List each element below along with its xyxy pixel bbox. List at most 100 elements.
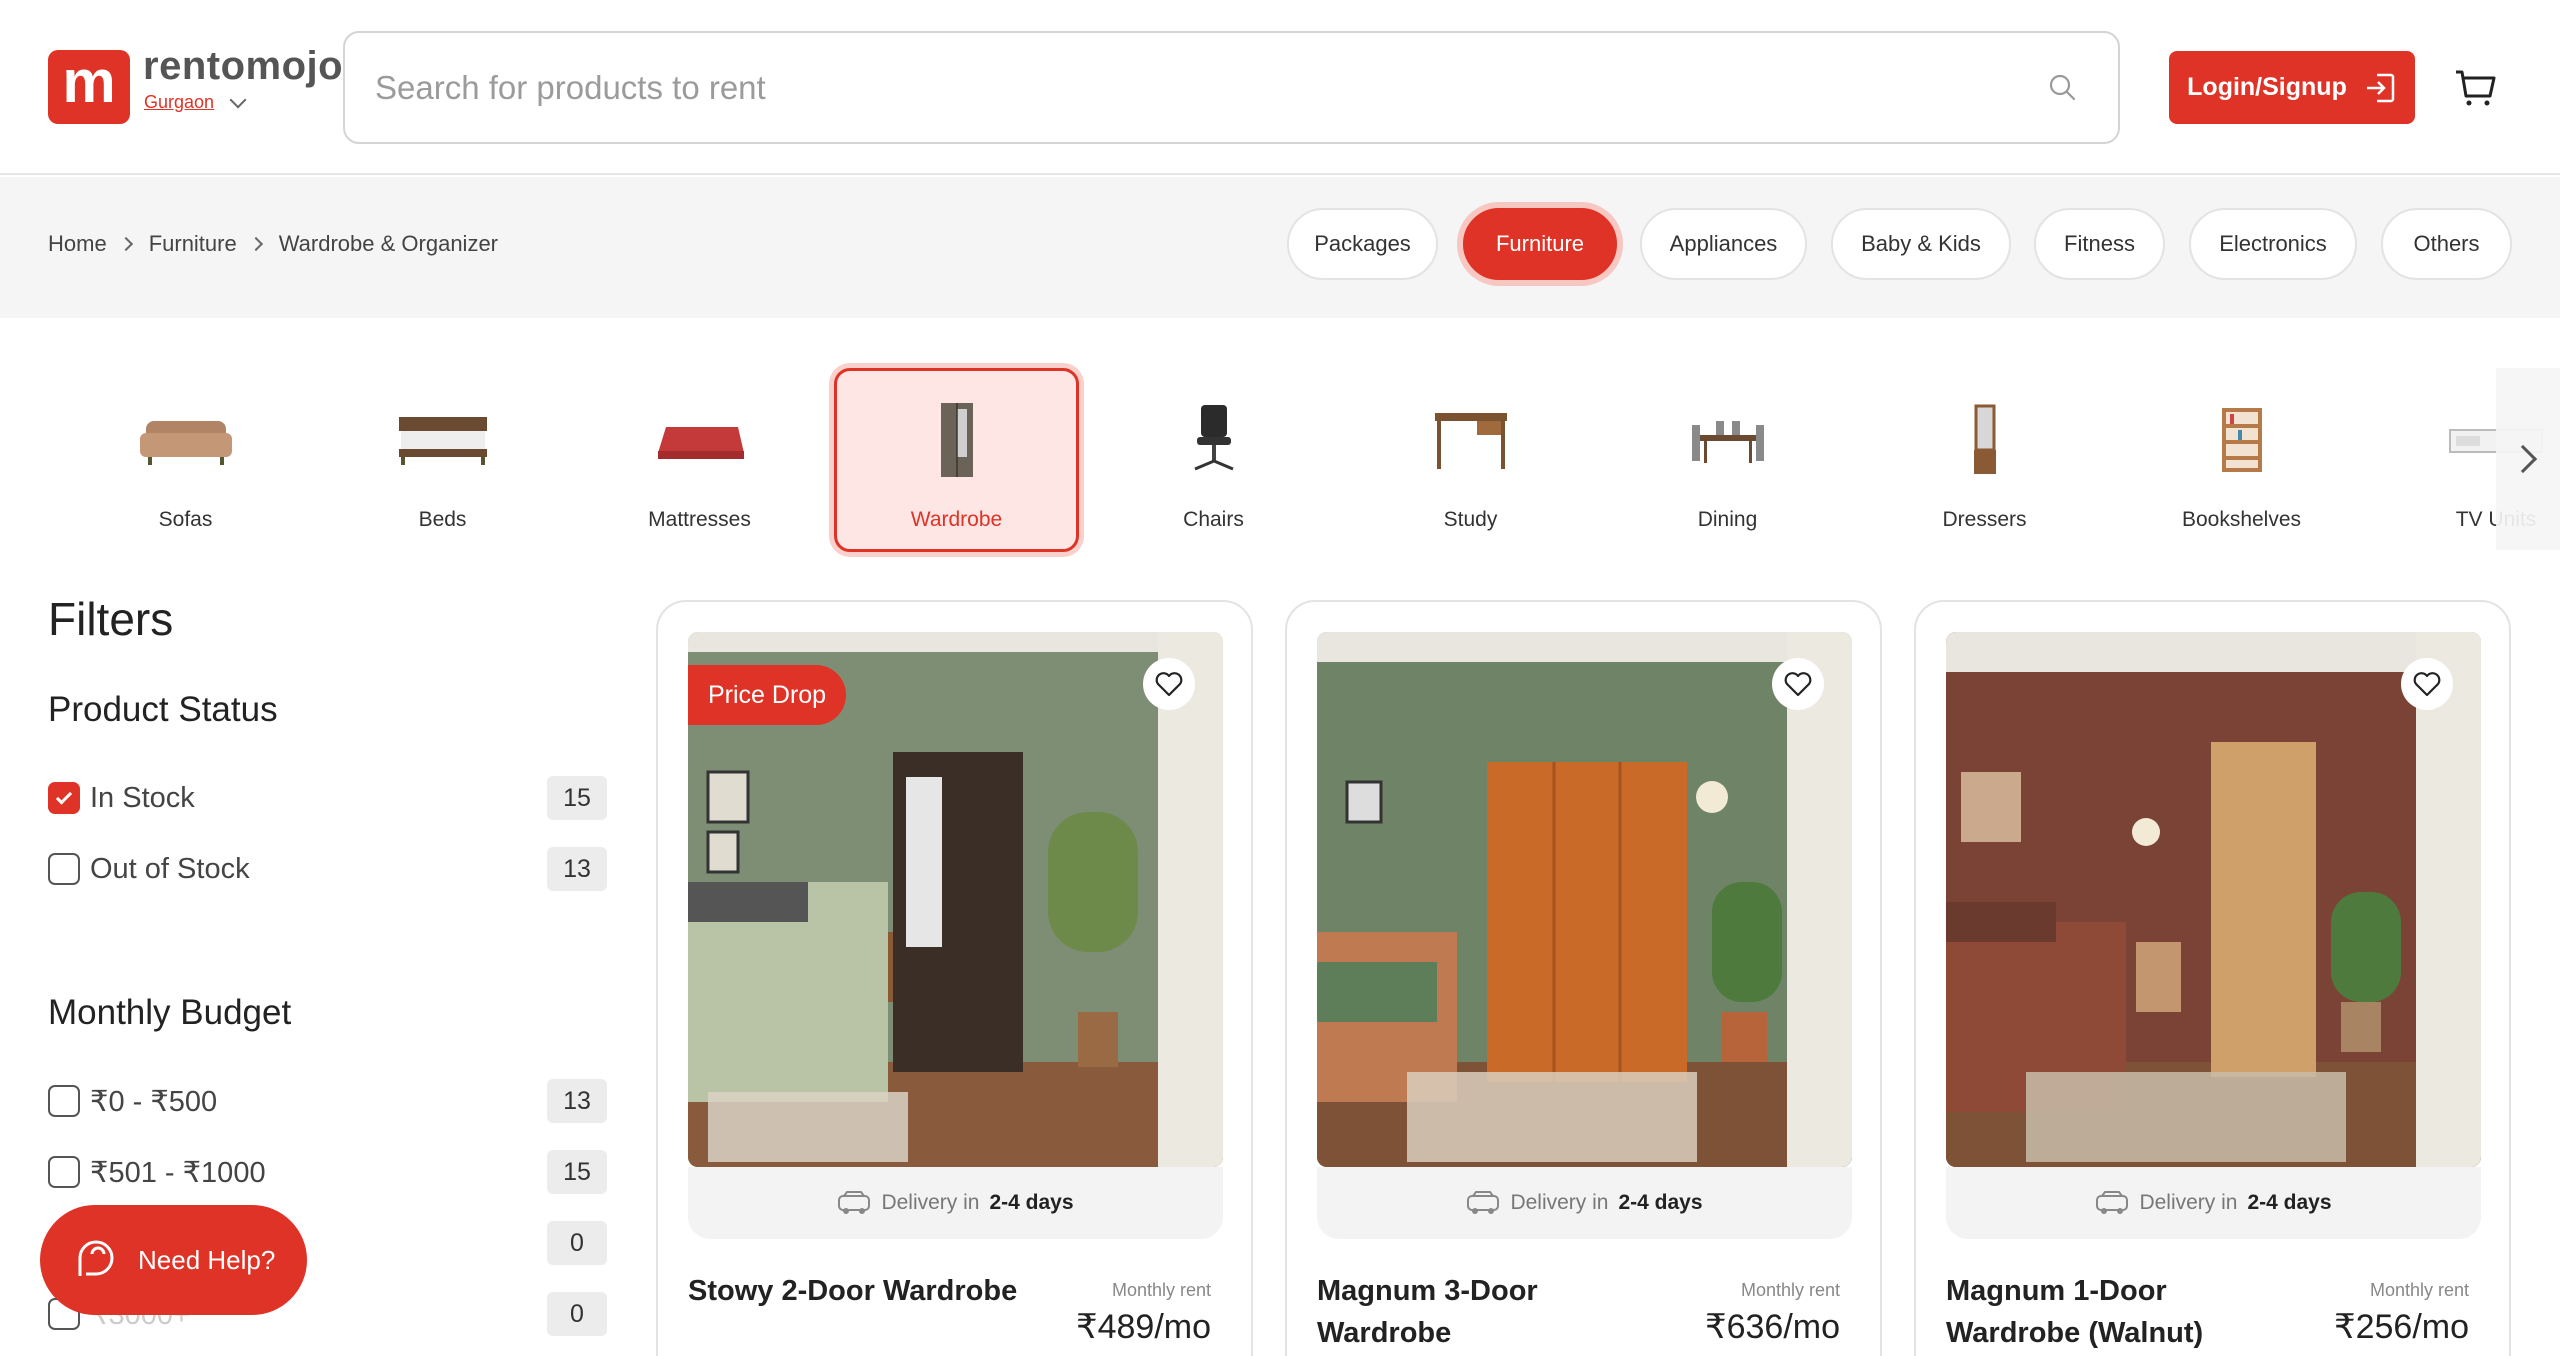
chevron-right-icon <box>2508 444 2538 474</box>
delivery-days: 2-4 days <box>2247 1191 2332 1214</box>
chevron-right-icon <box>248 236 263 252</box>
filter-count: 0 <box>547 1221 607 1265</box>
city-selector[interactable]: Gurgaon <box>144 91 247 113</box>
delivery-info: Delivery in 2-4 days <box>688 1167 1223 1239</box>
category-study[interactable]: Study <box>1348 368 1593 552</box>
category-label: Beds <box>418 508 467 531</box>
filter-budget-0-500[interactable]: ₹0 - ₹500 13 <box>48 1079 608 1123</box>
rent-label: Monthly rent <box>2369 1280 2469 1300</box>
rent-price: ₹256/mo <box>2333 1308 2469 1346</box>
search-input[interactable] <box>375 33 2015 142</box>
breadcrumb-current: Wardrobe & Organizer <box>278 231 499 256</box>
filter-out-of-stock[interactable]: Out of Stock 13 <box>48 847 608 891</box>
product-card[interactable]: Delivery in 2-4 days Magnum 3-Door Wardro… <box>1285 600 1882 1356</box>
rent-label: Monthly rent <box>1111 1280 1211 1300</box>
category-wardrobe[interactable]: Wardrobe <box>834 368 1079 552</box>
login-arrow-icon <box>2366 73 2395 102</box>
login-signup-button[interactable]: Login/Signup <box>2169 51 2415 124</box>
tab-electronics[interactable]: Electronics <box>2189 208 2357 280</box>
truck-icon <box>1467 1191 1500 1214</box>
site-header: m rentomojo Gurgaon Login/Signup <box>0 0 2560 175</box>
tab-appliances[interactable]: Appliances <box>1640 208 1807 280</box>
truck-icon <box>2096 1191 2129 1214</box>
price-drop-badge: Price Drop <box>688 665 847 725</box>
product-status-title: Product Status <box>48 690 278 729</box>
delivery-info: Delivery in 2-4 days <box>1946 1167 2481 1239</box>
mattress-thumbnail <box>645 398 755 482</box>
monthly-budget-title: Monthly Budget <box>48 993 292 1032</box>
login-label: Login/Signup <box>2187 73 2347 101</box>
category-chairs[interactable]: Chairs <box>1091 368 1336 552</box>
filter-count: 15 <box>547 1150 607 1194</box>
category-bookshelves[interactable]: Bookshelves <box>2119 368 2364 552</box>
product-name[interactable]: Stowy 2-Door Wardrobe <box>688 1270 1048 1312</box>
delivery-prefix: Delivery in <box>1510 1191 1609 1214</box>
wardrobe-thumbnail <box>902 398 1012 482</box>
category-mattresses[interactable]: Mattresses <box>577 368 822 552</box>
checkbox[interactable] <box>48 853 80 885</box>
product-image[interactable] <box>1317 632 1852 1167</box>
tab-fitness[interactable]: Fitness <box>2034 208 2165 280</box>
category-dining[interactable]: Dining <box>1605 368 1850 552</box>
filter-in-stock[interactable]: In Stock 15 <box>48 776 608 820</box>
filter-label: ₹0 - ₹500 <box>90 1085 218 1118</box>
rent-price: ₹636/mo <box>1704 1308 1840 1346</box>
checkbox[interactable] <box>48 1085 80 1117</box>
category-label: Dressers <box>1942 508 2027 531</box>
heart-icon[interactable] <box>2401 658 2453 710</box>
cart-icon[interactable] <box>2454 68 2496 108</box>
delivery-days: 2-4 days <box>1618 1191 1703 1214</box>
checkbox[interactable] <box>48 1156 80 1188</box>
product-name[interactable]: Magnum 1-Door Wardrobe (Walnut) <box>1946 1270 2306 1354</box>
city-name: Gurgaon <box>144 92 215 112</box>
category-label: Bookshelves <box>2181 508 2302 531</box>
bed-thumbnail <box>388 398 498 482</box>
breadcrumb: Home Furniture Wardrobe & Organizer <box>48 231 498 257</box>
check-icon <box>55 787 73 805</box>
tab-others[interactable]: Others <box>2381 208 2512 280</box>
heart-icon[interactable] <box>1143 658 1195 710</box>
brand-logo[interactable]: m <box>48 50 130 124</box>
tab-packages[interactable]: Packages <box>1287 208 1438 280</box>
filter-budget-501-1000[interactable]: ₹501 - ₹1000 15 <box>48 1150 608 1194</box>
rent-label: Monthly rent <box>1740 1280 1840 1300</box>
filters-title: Filters <box>48 593 174 645</box>
heart-icon[interactable] <box>1772 658 1824 710</box>
delivery-prefix: Delivery in <box>2139 1191 2238 1214</box>
search-bar <box>343 31 2120 144</box>
product-card[interactable]: Price Drop Delivery in 2-4 days Stowy 2-D… <box>656 600 1253 1356</box>
filter-count: 0 <box>547 1292 607 1336</box>
category-label: Study <box>1443 508 1498 531</box>
product-name[interactable]: Magnum 3-Door Wardrobe <box>1317 1270 1677 1354</box>
search-icon[interactable] <box>2048 73 2076 101</box>
delivery-days: 2-4 days <box>989 1191 1074 1214</box>
filter-label: In Stock <box>90 781 195 814</box>
filter-count: 13 <box>547 847 607 891</box>
checkbox[interactable] <box>48 782 80 814</box>
chevron-right-icon <box>118 236 133 252</box>
chair-thumbnail <box>1159 398 1269 482</box>
category-label: Dining <box>1697 508 1758 531</box>
brand-name[interactable]: rentomojo <box>143 44 343 89</box>
filter-label: ₹501 - ₹1000 <box>90 1156 266 1189</box>
category-dressers[interactable]: Dressers <box>1862 368 2107 552</box>
breadcrumb-furniture[interactable]: Furniture <box>149 231 237 257</box>
rent-price: ₹489/mo <box>1075 1308 1211 1346</box>
bookshelf-thumbnail <box>2187 398 2297 482</box>
truck-icon <box>838 1191 871 1214</box>
filter-count: 15 <box>547 776 607 820</box>
dining-set-thumbnail <box>1673 398 1783 482</box>
chat-icon <box>78 1240 114 1276</box>
filter-count: 13 <box>547 1079 607 1123</box>
category-beds[interactable]: Beds <box>320 368 565 552</box>
category-scroll-next[interactable] <box>2496 368 2560 550</box>
category-sofas[interactable]: Sofas <box>63 368 308 552</box>
product-card[interactable]: Delivery in 2-4 days Magnum 1-Door Wardro… <box>1914 600 2511 1356</box>
filter-label: Out of Stock <box>90 852 250 885</box>
tab-baby-kids[interactable]: Baby & Kids <box>1831 208 2011 280</box>
product-image[interactable] <box>1946 632 2481 1167</box>
breadcrumb-home[interactable]: Home <box>48 231 107 257</box>
tab-furniture[interactable]: Furniture <box>1463 208 1617 280</box>
category-label: Wardrobe <box>910 508 1003 531</box>
need-help-button[interactable]: Need Help? <box>40 1205 307 1315</box>
